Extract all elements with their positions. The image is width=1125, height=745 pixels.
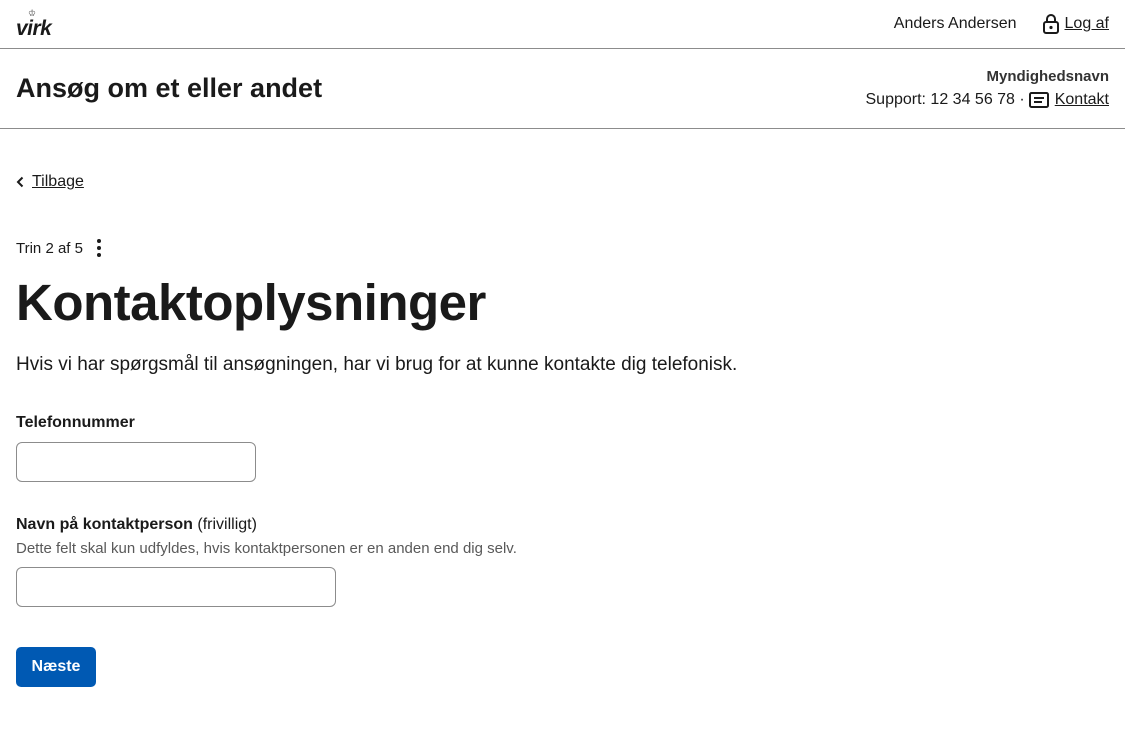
top-bar: ♔ virk Anders Andersen Log af <box>0 0 1125 49</box>
contact-link[interactable]: Kontakt <box>1055 91 1109 109</box>
more-vertical-icon[interactable] <box>93 237 105 259</box>
step-indicator: Trin 2 af 5 <box>16 237 1109 259</box>
logout-link[interactable]: Log af <box>1042 14 1109 34</box>
back-link[interactable]: Tilbage <box>16 173 1109 191</box>
step-text: Trin 2 af 5 <box>16 239 83 257</box>
phone-label: Telefonnummer <box>16 414 135 431</box>
logo-text: virk <box>16 17 52 40</box>
contact-person-hint: Dette felt skal kun udfyldes, hvis konta… <box>16 540 517 557</box>
main-content: Tilbage Trin 2 af 5 Kontaktoplysninger H… <box>0 173 1125 687</box>
support-line: Support: 12 34 56 78 · Kontakt <box>865 91 1109 109</box>
support-info: Myndighedsnavn Support: 12 34 56 78 · Ko… <box>865 68 1109 109</box>
logout-label[interactable]: Log af <box>1065 15 1109 33</box>
application-title: Ansøg om et eller andet <box>16 73 323 103</box>
intro-text: Hvis vi har spørgsmål til ansøgningen, h… <box>16 354 738 375</box>
support-phone: Support: 12 34 56 78 · <box>865 91 1025 108</box>
contact-person-input[interactable] <box>16 567 336 607</box>
contact-card-icon <box>1028 92 1049 108</box>
optional-tag: (frivilligt) <box>197 516 257 533</box>
back-label[interactable]: Tilbage <box>32 173 84 191</box>
authority-name: Myndighedsnavn <box>986 68 1109 85</box>
contact-person-label: Navn på kontaktperson (frivilligt) <box>16 516 257 533</box>
user-name: Anders Andersen <box>893 15 1017 32</box>
virk-logo[interactable]: ♔ virk <box>16 9 52 40</box>
page-header: Ansøg om et eller andet Myndighedsnavn S… <box>0 49 1125 129</box>
contact-person-field: Navn på kontaktperson (frivilligt) Dette… <box>16 516 1109 607</box>
user-area: Anders Andersen Log af <box>894 14 1109 34</box>
contact-person-label-text: Navn på kontaktperson <box>16 516 193 533</box>
next-button[interactable]: Næste <box>16 647 96 687</box>
phone-field: Telefonnummer <box>16 414 1109 482</box>
phone-input[interactable] <box>16 442 256 482</box>
lock-icon <box>1042 14 1059 34</box>
chevron-left-icon <box>16 176 24 188</box>
page-title: Kontaktoplysninger <box>16 274 486 331</box>
